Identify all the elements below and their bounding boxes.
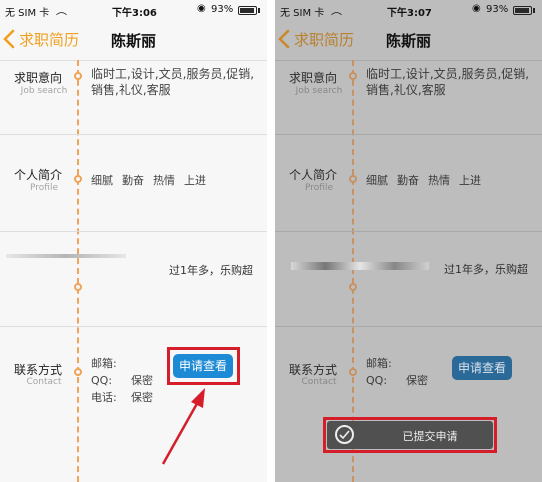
status-bar: 无 SIM 卡 ︵ 下午3:07 ◉ 93%: [275, 0, 542, 20]
timeline-node: [74, 72, 82, 80]
job-content: 临时工,设计,文员,服务员,促销, 销售,礼仪,客服: [366, 66, 529, 98]
job-line-1: 临时工,设计,文员,服务员,促销,: [91, 67, 255, 81]
phone-label: 电话:: [91, 391, 117, 404]
timeline-line: [77, 60, 79, 482]
job-line-2: 销售,礼仪,客服: [91, 83, 171, 97]
tag: 热情: [428, 174, 450, 187]
timeline-node: [349, 283, 357, 291]
job-content: 临时工,设计,文员,服务员,促销, 销售,礼仪,客服: [91, 66, 254, 98]
redacted-text: [291, 262, 429, 270]
mailbox-label: 邮箱:: [91, 357, 117, 370]
experience-text: 过1年多，乐购超: [444, 263, 528, 276]
section-title-job: 求职意向: [289, 71, 338, 85]
clock: 下午3:07: [387, 8, 432, 19]
divider: [0, 134, 267, 135]
section-subtitle-profile: Profile: [305, 183, 333, 193]
tag: 上进: [459, 174, 481, 187]
section-title-profile: 个人简介: [289, 168, 338, 182]
divider: [0, 231, 267, 232]
phone-screen-before: 无 SIM 卡 ︵ 下午3:06 ◉ 93% 求职简历 陈斯丽 求职意向 Job…: [0, 0, 267, 482]
section-title-contact: 联系方式: [14, 363, 63, 377]
battery-percent: 93%: [211, 4, 234, 15]
page-title: 陈斯丽: [385, 32, 431, 50]
status-bar: 无 SIM 卡 ︵ 下午3:06 ◉ 93%: [0, 0, 267, 20]
timeline-node: [74, 283, 82, 291]
qq-label: QQ:: [366, 374, 388, 387]
section-title-profile: 个人简介: [14, 168, 63, 182]
section-subtitle-job: Job search: [295, 86, 343, 96]
toast-message: 已提交申请: [402, 430, 458, 443]
job-line-2: 销售,礼仪,客服: [366, 83, 446, 97]
nav-bar: 求职简历 陈斯丽: [275, 20, 542, 60]
checkmark-icon: [335, 425, 354, 444]
divider: [275, 231, 542, 232]
profile-tags: 细腻 勤奋 热情 上进: [91, 172, 206, 188]
pointer-arrow: [161, 388, 205, 465]
battery-icon: [513, 6, 532, 15]
carrier-label: 无 SIM 卡: [5, 8, 50, 19]
timeline-node: [349, 72, 357, 80]
mailbox-label: 邮箱:: [366, 357, 392, 370]
timeline-node: [349, 368, 357, 376]
job-line-1: 临时工,设计,文员,服务员,促销,: [366, 67, 530, 81]
experience-text: 过1年多，乐购超: [169, 264, 253, 277]
rotation-lock-icon: ◉: [197, 3, 206, 14]
submitted-toast: 已提交申请: [327, 421, 493, 449]
battery-icon: [238, 6, 257, 15]
wifi-icon: ︵: [56, 4, 67, 17]
apply-view-button[interactable]: 申请查看: [452, 356, 513, 380]
contact-info: 邮箱: QQ: 保密: [366, 355, 428, 389]
nav-bar: 求职简历 陈斯丽: [0, 20, 267, 60]
clock: 下午3:06: [112, 8, 157, 19]
tag: 细腻: [366, 174, 388, 187]
tag: 热情: [153, 174, 175, 187]
qq-label: QQ:: [91, 374, 113, 387]
rotation-lock-icon: ◉: [472, 3, 481, 14]
contact-info: 邮箱: QQ: 保密 电话: 保密: [91, 355, 153, 406]
page-title: 陈斯丽: [110, 32, 156, 50]
section-subtitle-contact: Contact: [26, 377, 62, 387]
section-title-job: 求职意向: [14, 71, 63, 85]
phone-screen-after: 无 SIM 卡 ︵ 下午3:07 ◉ 93% 求职简历 陈斯丽 求职意向 Job…: [275, 0, 542, 482]
divider: [275, 326, 542, 327]
wifi-icon: ︵: [331, 4, 342, 17]
profile-tags: 细腻 勤奋 热情 上进: [366, 172, 481, 188]
timeline-node: [74, 368, 82, 376]
redacted-text: [6, 254, 126, 258]
tag: 上进: [184, 174, 206, 187]
battery-tip: [258, 8, 260, 13]
qq-value: 保密: [131, 374, 153, 387]
battery-tip: [533, 8, 535, 13]
battery-percent: 93%: [486, 4, 509, 15]
timeline-node: [349, 175, 357, 183]
section-subtitle-job: Job search: [20, 86, 68, 96]
carrier-label: 无 SIM 卡: [280, 8, 325, 19]
apply-view-button[interactable]: 申请查看: [173, 354, 234, 378]
divider: [0, 326, 267, 327]
tag: 勤奋: [122, 174, 144, 187]
section-subtitle-contact: Contact: [301, 377, 337, 387]
tag: 细腻: [91, 174, 113, 187]
phone-value: 保密: [131, 391, 153, 404]
timeline-node: [74, 175, 82, 183]
section-subtitle-profile: Profile: [30, 183, 58, 193]
divider: [275, 134, 542, 135]
divider: [0, 60, 267, 61]
divider: [275, 60, 542, 61]
qq-value: 保密: [406, 374, 428, 387]
tag: 勤奋: [397, 174, 419, 187]
section-title-contact: 联系方式: [289, 363, 338, 377]
